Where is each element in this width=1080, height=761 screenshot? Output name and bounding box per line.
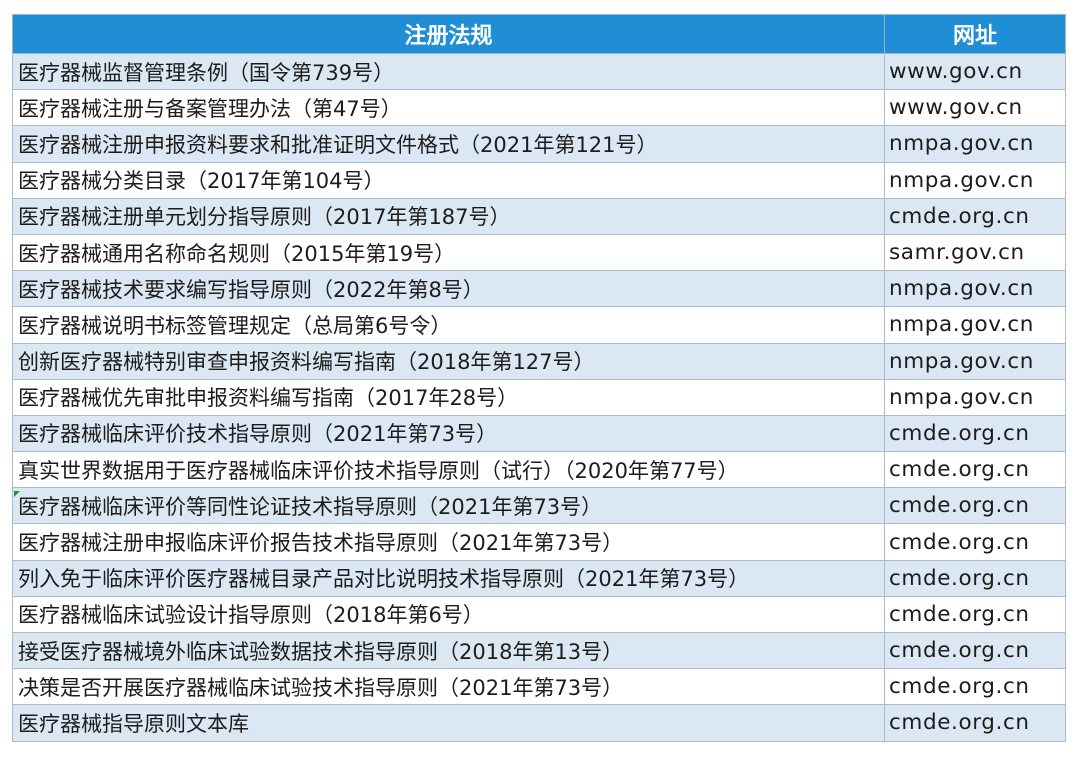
header-regulation: 注册法规: [12, 14, 885, 54]
table-row: 医疗器械临床评价技术指导原则（2021年第73号） cmde.org.cn: [12, 414, 1066, 453]
regulation-name: 医疗器械注册申报临床评价报告技术指导原则（2021年第73号）: [12, 523, 885, 561]
regulation-url: nmpa.gov.cn: [884, 161, 1066, 199]
regulation-name: 真实世界数据用于医疗器械临床评价技术指导原则（试行）（2020年第77号）: [12, 451, 885, 489]
table-row: 医疗器械技术要求编写指导原则（2022年第8号） nmpa.gov.cn: [12, 270, 1066, 308]
regulation-name: 创新医疗器械特别审查申报资料编写指南（2018年第127号）: [12, 342, 885, 380]
regulation-url: cmde.org.cn: [884, 451, 1066, 489]
regulation-url: cmde.org.cn: [884, 487, 1066, 525]
regulation-name: 决策是否开展医疗器械临床试验技术指导原则（2021年第73号）: [12, 668, 885, 706]
table-row: 医疗器械通用名称命名规则（2015年第19号） samr.gov.cn: [12, 233, 1066, 272]
regulation-url: www.gov.cn: [884, 52, 1066, 91]
table-row: 真实世界数据用于医疗器械临床评价技术指导原则（试行）（2020年第77号） cmd…: [12, 451, 1066, 489]
regulation-name: 列入免于临床评价医疗器械目录产品对比说明技术指导原则（2021年第73号）: [12, 559, 885, 597]
regulation-name: 医疗器械说明书标签管理规定（总局第6号令）: [12, 306, 885, 344]
table-row: 医疗器械指导原则文本库 cmde.org.cn: [12, 704, 1066, 742]
regulation-url: nmpa.gov.cn: [884, 378, 1066, 416]
regulation-name: 医疗器械临床试验设计指导原则（2018年第6号）: [12, 595, 885, 634]
table-row: 医疗器械优先审批申报资料编写指南（2017年28号） nmpa.gov.cn: [12, 378, 1066, 416]
regulation-url: samr.gov.cn: [884, 233, 1066, 272]
table-row: 医疗器械监督管理条例（国令第739号） www.gov.cn: [12, 52, 1066, 91]
regulation-name: 医疗器械通用名称命名规则（2015年第19号）: [12, 233, 885, 272]
table-row: 医疗器械注册申报资料要求和批准证明文件格式（2021年第121号） nmpa.go…: [12, 125, 1066, 163]
regulation-url: cmde.org.cn: [884, 704, 1066, 742]
cell-comment-marker: [14, 491, 20, 497]
regulation-url: cmde.org.cn: [884, 668, 1066, 706]
table-row: 医疗器械注册单元划分指导原则（2017年第187号） cmde.org.cn: [12, 197, 1066, 235]
table-body: 医疗器械监督管理条例（国令第739号） www.gov.cn 医疗器械注册与备案管…: [12, 52, 1066, 742]
table-header-row: 注册法规 网址: [12, 14, 1066, 54]
regulation-name: 接受医疗器械境外临床试验数据技术指导原则（2018年第13号）: [12, 631, 885, 670]
regulation-url: www.gov.cn: [884, 89, 1066, 127]
table-row: 医疗器械注册与备案管理办法（第47号） www.gov.cn: [12, 89, 1066, 127]
table-row: 医疗器械临床评价等同性论证技术指导原则（2021年第73号） cmde.org.c…: [12, 487, 1066, 525]
regulation-name: 医疗器械临床评价技术指导原则（2021年第73号）: [12, 414, 885, 453]
regulation-name: 医疗器械注册申报资料要求和批准证明文件格式（2021年第121号）: [12, 125, 885, 163]
regulation-url: nmpa.gov.cn: [884, 342, 1066, 380]
regulation-url: nmpa.gov.cn: [884, 306, 1066, 344]
table-row: 创新医疗器械特别审查申报资料编写指南（2018年第127号） nmpa.gov.c…: [12, 342, 1066, 380]
regulation-name: 医疗器械优先审批申报资料编写指南（2017年28号）: [12, 378, 885, 416]
regulation-name: 医疗器械技术要求编写指导原则（2022年第8号）: [12, 270, 885, 308]
regulations-table: 注册法规 网址 医疗器械监督管理条例（国令第739号） www.gov.cn 医疗…: [12, 14, 1066, 742]
regulation-name: 医疗器械指导原则文本库: [12, 704, 885, 742]
regulation-url: cmde.org.cn: [884, 559, 1066, 597]
table-row: 接受医疗器械境外临床试验数据技术指导原则（2018年第13号） cmde.org.…: [12, 631, 1066, 670]
table-row: 医疗器械注册申报临床评价报告技术指导原则（2021年第73号） cmde.org.…: [12, 523, 1066, 561]
regulation-name: 医疗器械监督管理条例（国令第739号）: [12, 52, 885, 91]
regulation-name: 医疗器械分类目录（2017年第104号）: [12, 161, 885, 199]
regulation-name: 医疗器械注册与备案管理办法（第47号）: [12, 89, 885, 127]
regulation-name: 医疗器械临床评价等同性论证技术指导原则（2021年第73号）: [12, 487, 885, 525]
regulation-name: 医疗器械注册单元划分指导原则（2017年第187号）: [12, 197, 885, 235]
regulation-url: cmde.org.cn: [884, 523, 1066, 561]
table-row: 决策是否开展医疗器械临床试验技术指导原则（2021年第73号） cmde.org.…: [12, 668, 1066, 706]
table-row: 医疗器械说明书标签管理规定（总局第6号令） nmpa.gov.cn: [12, 306, 1066, 344]
regulation-url: nmpa.gov.cn: [884, 125, 1066, 163]
regulation-url: cmde.org.cn: [884, 197, 1066, 235]
header-url: 网址: [884, 14, 1066, 54]
regulation-url: nmpa.gov.cn: [884, 270, 1066, 308]
table-row: 医疗器械分类目录（2017年第104号） nmpa.gov.cn: [12, 161, 1066, 199]
table-row: 列入免于临床评价医疗器械目录产品对比说明技术指导原则（2021年第73号） cmd…: [12, 559, 1066, 597]
regulation-url: cmde.org.cn: [884, 595, 1066, 634]
regulation-url: cmde.org.cn: [884, 631, 1066, 670]
table-row: 医疗器械临床试验设计指导原则（2018年第6号） cmde.org.cn: [12, 595, 1066, 634]
regulation-url: cmde.org.cn: [884, 414, 1066, 453]
